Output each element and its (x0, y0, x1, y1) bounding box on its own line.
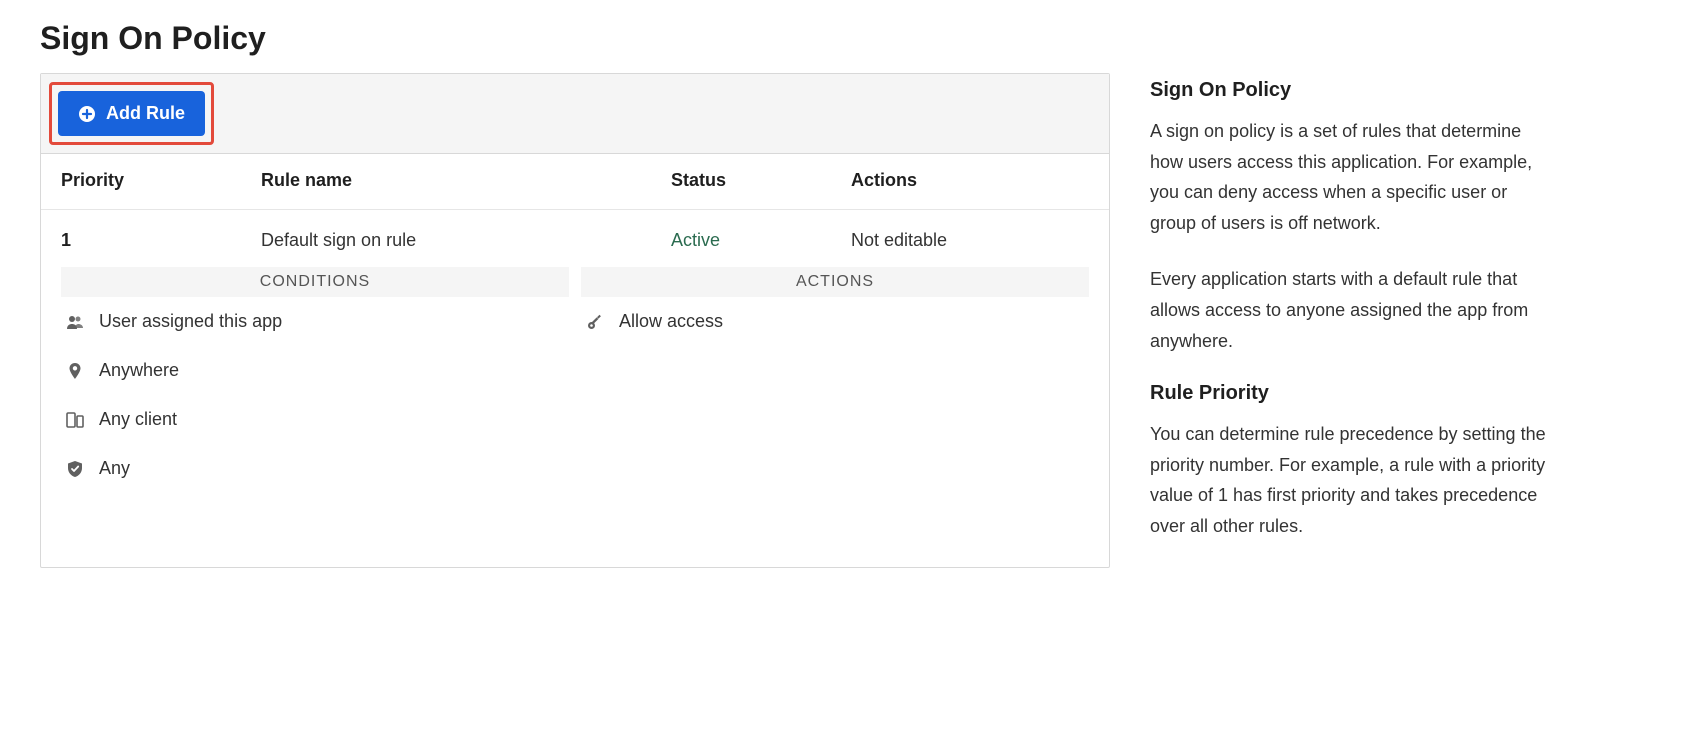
side-heading-signon: Sign On Policy (1150, 79, 1550, 102)
plus-circle-icon (78, 105, 96, 123)
actions-column: ACTIONS Allow access (581, 267, 1089, 493)
add-rule-button[interactable]: Add Rule (58, 91, 205, 136)
table-row[interactable]: 1 Default sign on rule Active Not editab… (41, 210, 1109, 267)
page-title: Sign On Policy (40, 20, 1644, 57)
col-header-rulename: Rule name (261, 170, 671, 191)
table-header: Priority Rule name Status Actions (41, 154, 1109, 210)
side-para: Every application starts with a default … (1150, 264, 1550, 356)
cell-rulename: Default sign on rule (261, 230, 671, 251)
cell-actions: Not editable (851, 230, 1089, 251)
side-para: A sign on policy is a set of rules that … (1150, 116, 1550, 238)
side-panel: Sign On Policy A sign on policy is a set… (1150, 73, 1550, 568)
key-icon (585, 312, 605, 332)
conditions-column: CONDITIONS User assigned this app (61, 267, 569, 493)
add-rule-label: Add Rule (106, 103, 185, 124)
layout-container: Add Rule Priority Rule name Status Actio… (40, 73, 1644, 568)
rule-details: CONDITIONS User assigned this app (41, 267, 1109, 523)
condition-client-label: Any client (99, 409, 177, 430)
actions-section-label: ACTIONS (581, 267, 1089, 297)
side-heading-priority: Rule Priority (1150, 382, 1550, 405)
highlight-annotation: Add Rule (49, 82, 214, 145)
shield-check-icon (65, 459, 85, 479)
condition-any-label: Any (99, 458, 130, 479)
cell-status: Active (671, 230, 851, 251)
action-allow-label: Allow access (619, 311, 723, 332)
col-header-priority: Priority (61, 170, 261, 191)
toolbar: Add Rule (41, 74, 1109, 154)
condition-location-label: Anywhere (99, 360, 179, 381)
col-header-status: Status (671, 170, 851, 191)
devices-icon (65, 410, 85, 430)
side-para: You can determine rule precedence by set… (1150, 419, 1550, 541)
condition-any: Any (61, 444, 569, 493)
location-pin-icon (65, 361, 85, 381)
condition-user-label: User assigned this app (99, 311, 282, 332)
main-panel: Add Rule Priority Rule name Status Actio… (40, 73, 1110, 568)
col-header-actions: Actions (851, 170, 1089, 191)
cell-priority: 1 (61, 230, 261, 251)
conditions-section-label: CONDITIONS (61, 267, 569, 297)
condition-client: Any client (61, 395, 569, 444)
users-icon (65, 312, 85, 332)
condition-user: User assigned this app (61, 297, 569, 346)
action-allow: Allow access (581, 297, 1089, 346)
condition-location: Anywhere (61, 346, 569, 395)
